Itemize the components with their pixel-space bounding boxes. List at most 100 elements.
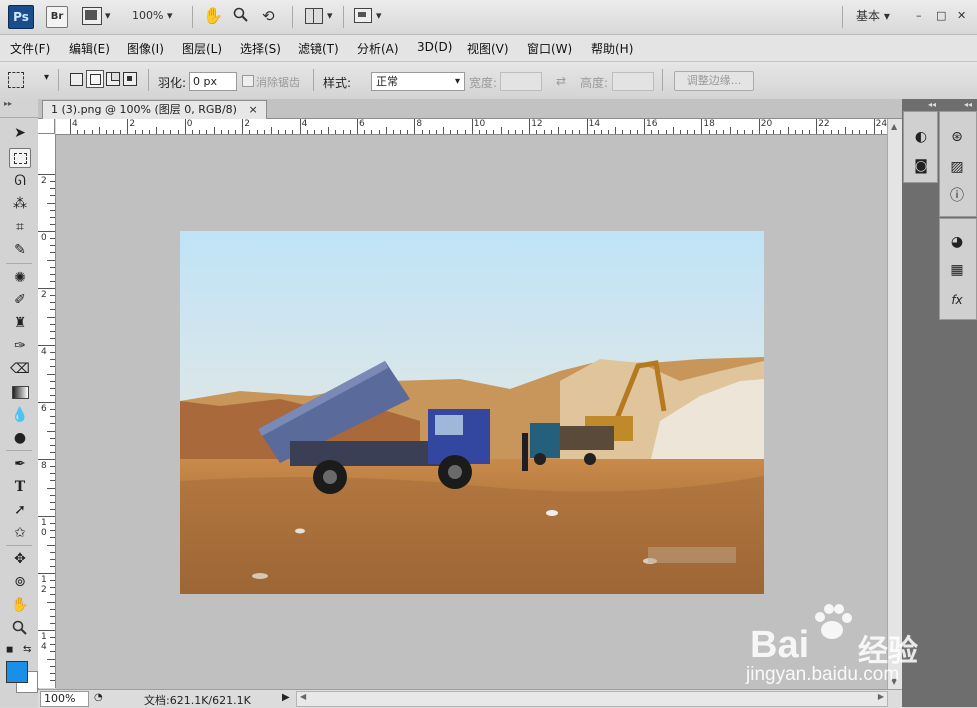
ruler-minor-tick bbox=[802, 130, 803, 134]
vertical-ruler[interactable]: 202468101214 bbox=[38, 134, 56, 688]
styles-panel-icon[interactable]: fx bbox=[948, 291, 966, 309]
status-preview-icon[interactable]: ◔ bbox=[94, 692, 103, 703]
close-button[interactable]: ✕ bbox=[957, 6, 966, 26]
spot-heal-tool-icon[interactable]: ✺ bbox=[9, 268, 31, 288]
zoom-level-select[interactable]: 100% ▾ bbox=[132, 6, 172, 26]
canvas-area[interactable] bbox=[56, 135, 887, 689]
ruler-origin[interactable] bbox=[38, 119, 55, 134]
menu-help[interactable]: 帮助(H) bbox=[591, 40, 633, 57]
ruler-tick bbox=[816, 119, 817, 134]
shape-tool-icon[interactable]: ✩ bbox=[9, 523, 31, 543]
zoom-icon[interactable] bbox=[233, 7, 249, 26]
clone-source-panel-icon[interactable]: ◙ bbox=[912, 157, 930, 175]
magic-wand-tool-icon[interactable]: ⁂ bbox=[9, 194, 31, 214]
horizontal-scrollbar[interactable]: ◀ ▶ bbox=[296, 691, 888, 707]
height-input[interactable] bbox=[612, 72, 654, 91]
ruler-minor-tick bbox=[364, 130, 365, 134]
swap-colors-icon[interactable]: ⇆ bbox=[23, 644, 31, 655]
hand-icon[interactable]: ✋ bbox=[203, 6, 223, 26]
ruler-tick bbox=[38, 630, 55, 631]
zoom-field[interactable]: 100% bbox=[40, 691, 89, 707]
eraser-tool-icon[interactable]: ⌫ bbox=[9, 359, 31, 379]
style-select[interactable]: 正常 ▾ bbox=[371, 72, 465, 91]
marquee-preset-icon[interactable] bbox=[8, 72, 24, 88]
menu-layer[interactable]: 图层(L) bbox=[182, 40, 222, 57]
lasso-tool-icon[interactable]: ᘏ bbox=[9, 171, 31, 191]
collapse-icon[interactable]: ▸▸ bbox=[4, 99, 12, 108]
blur-tool-icon[interactable]: 💧 bbox=[9, 405, 31, 425]
scroll-left-icon[interactable]: ◀ bbox=[300, 692, 306, 701]
document-tab[interactable]: 1 (3).png @ 100% (图层 0, RGB/8) × bbox=[42, 100, 267, 119]
menu-window[interactable]: 窗口(W) bbox=[527, 40, 572, 57]
screen-mode-icon[interactable] bbox=[354, 8, 372, 23]
histogram-panel-icon[interactable]: ▨ bbox=[948, 158, 966, 176]
feather-input[interactable]: 0 px bbox=[189, 72, 237, 91]
minimize-button[interactable]: – bbox=[916, 6, 922, 26]
move-tool-icon[interactable]: ➤ bbox=[9, 123, 31, 143]
foreground-color-swatch[interactable] bbox=[6, 661, 28, 683]
subtract-selection-icon[interactable] bbox=[106, 72, 120, 86]
swap-icon[interactable]: ⇄ bbox=[556, 74, 566, 88]
dodge-tool-icon[interactable]: ● bbox=[9, 428, 31, 448]
menu-3d[interactable]: 3D(D) bbox=[417, 40, 452, 54]
menu-image[interactable]: 图像(I) bbox=[127, 40, 164, 57]
brushes-panel-icon[interactable]: ◐ bbox=[912, 128, 930, 146]
bridge-launch-button[interactable]: Br bbox=[46, 6, 68, 28]
antialias-checkbox[interactable] bbox=[242, 75, 254, 87]
arrange-documents-icon[interactable] bbox=[305, 8, 323, 24]
info-panel-icon[interactable]: ⓘ bbox=[948, 187, 966, 205]
new-selection-icon[interactable] bbox=[70, 73, 83, 86]
ruler-minor-tick bbox=[651, 130, 652, 134]
ruler-minor-tick bbox=[50, 359, 55, 360]
menu-filter[interactable]: 滤镜(T) bbox=[298, 40, 339, 57]
3d-rotate-tool-icon[interactable]: ✥ bbox=[9, 549, 31, 569]
menu-view[interactable]: 视图(V) bbox=[467, 40, 509, 57]
gradient-tool-icon[interactable] bbox=[9, 382, 31, 402]
rotate-view-icon[interactable]: ⟲ bbox=[262, 6, 275, 26]
type-tool-icon[interactable]: T bbox=[9, 477, 31, 497]
film-strip-icon[interactable] bbox=[82, 7, 102, 25]
ruler-minor-tick bbox=[50, 195, 55, 196]
chevron-down-icon[interactable]: ▾ bbox=[44, 72, 49, 83]
chevron-down-icon[interactable]: ▾ bbox=[376, 6, 382, 26]
brush-tool-icon[interactable]: ✐ bbox=[9, 290, 31, 310]
marquee-tool-icon[interactable] bbox=[9, 148, 31, 168]
navigator-panel-icon[interactable]: ⊛ bbox=[948, 128, 966, 146]
scroll-up-icon[interactable]: ▲ bbox=[891, 122, 897, 131]
refine-edge-button[interactable]: 调整边缘... bbox=[674, 71, 754, 91]
width-input[interactable] bbox=[500, 72, 542, 91]
ruler-minor-tick bbox=[285, 130, 286, 134]
history-brush-tool-icon[interactable]: ✑ bbox=[9, 336, 31, 356]
horizontal-ruler[interactable]: 42024681012141618202224 bbox=[56, 119, 888, 135]
color-panel-icon[interactable]: ◕ bbox=[948, 233, 966, 251]
menu-analysis[interactable]: 分析(A) bbox=[357, 40, 399, 57]
ruler-label: 0 bbox=[41, 234, 47, 243]
vertical-scrollbar[interactable]: ▲ ▼ bbox=[887, 119, 903, 689]
eyedropper-tool-icon[interactable]: ✎ bbox=[9, 240, 31, 260]
hand-tool-icon[interactable]: ✋ bbox=[9, 595, 31, 615]
maximize-button[interactable]: □ bbox=[936, 6, 946, 26]
chevron-down-icon: ▾ bbox=[455, 73, 460, 90]
clone-stamp-tool-icon[interactable]: ♜ bbox=[9, 313, 31, 333]
swatches-panel-icon[interactable]: ▦ bbox=[948, 261, 966, 279]
crop-tool-icon[interactable]: ⌗ bbox=[9, 217, 31, 237]
menu-file[interactable]: 文件(F) bbox=[10, 40, 50, 57]
path-select-tool-icon[interactable]: ➚ bbox=[9, 500, 31, 520]
zoom-tool-icon[interactable] bbox=[9, 618, 31, 638]
collapse-left-icon[interactable]: ◂◂ bbox=[928, 100, 936, 109]
scroll-right-icon[interactable]: ▶ bbox=[878, 692, 884, 701]
tab-close-icon[interactable]: × bbox=[248, 103, 257, 116]
view-extras-chevron-down-icon[interactable]: ▾ bbox=[105, 6, 111, 26]
status-menu-arrow-icon[interactable]: ▶ bbox=[282, 692, 290, 703]
add-to-selection-icon[interactable] bbox=[86, 70, 104, 88]
panel-grip[interactable] bbox=[0, 109, 38, 118]
3d-orbit-tool-icon[interactable]: ⊚ bbox=[9, 572, 31, 592]
collapse-left-icon[interactable]: ◂◂ bbox=[964, 100, 972, 109]
menu-select[interactable]: 选择(S) bbox=[240, 40, 281, 57]
workspace-switcher[interactable]: 基本 ▾ bbox=[856, 6, 890, 26]
default-colors-icon[interactable]: ◼ bbox=[6, 645, 13, 655]
menu-edit[interactable]: 编辑(E) bbox=[69, 40, 110, 57]
pen-tool-icon[interactable]: ✒ bbox=[9, 454, 31, 474]
chevron-down-icon[interactable]: ▾ bbox=[327, 6, 333, 26]
intersect-selection-icon[interactable] bbox=[123, 72, 137, 86]
